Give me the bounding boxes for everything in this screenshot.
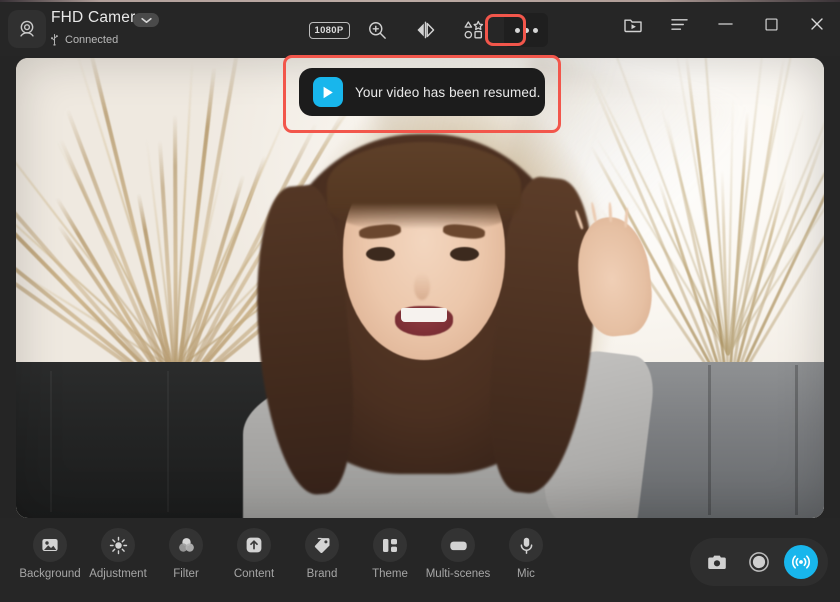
image-glyph (42, 539, 58, 551)
tag-glyph (314, 537, 330, 553)
device-dropdown-button[interactable] (133, 13, 159, 27)
zoom-button[interactable] (360, 13, 394, 47)
chevron-down-icon (140, 17, 152, 23)
resolution-button[interactable]: 1080P (308, 13, 350, 47)
maximize-icon (764, 17, 778, 31)
tool-label: Adjustment (89, 568, 147, 580)
mic-glyph (520, 537, 532, 554)
tool-filter[interactable]: Filter (152, 528, 220, 580)
title-bar: FHD Camera Connected 1080P (0, 2, 840, 56)
zoom-in-icon (368, 21, 386, 39)
camera-icon (708, 555, 726, 569)
upload-glyph (246, 537, 262, 553)
tool-label: Background (19, 568, 81, 580)
tool-label: Multi-scenes (425, 568, 491, 580)
tool-label: Filter (173, 568, 199, 580)
layout-glyph (383, 538, 397, 552)
person-subject (243, 122, 658, 518)
upload-arrow-icon (237, 528, 271, 562)
webcam-icon (20, 20, 34, 37)
minimize-button[interactable] (712, 11, 738, 37)
device-name: FHD Camera (51, 9, 145, 26)
play-video-icon (313, 77, 343, 107)
effects-tools-row: Background Adjustment Filter Content Bra… (16, 528, 560, 580)
hair-front (327, 142, 521, 230)
close-button[interactable] (804, 11, 830, 37)
menu-button[interactable] (666, 11, 692, 37)
more-button[interactable] (504, 13, 548, 47)
maximize-button[interactable] (758, 11, 784, 37)
record-circle-icon (749, 552, 769, 572)
snapshot-button[interactable] (700, 545, 734, 579)
window-controls (620, 11, 830, 37)
scene-card-icon (441, 528, 475, 562)
scene-glyph (449, 541, 467, 550)
tool-theme[interactable]: Theme (356, 528, 424, 580)
image-icon (33, 528, 67, 562)
tag-icon (305, 528, 339, 562)
open-folder-button[interactable] (620, 11, 646, 37)
tool-label: Brand (306, 568, 338, 580)
device-avatar (8, 10, 46, 48)
connection-status: Connected (49, 33, 118, 46)
hamburger-menu-icon (670, 18, 688, 30)
app-window: FHD Camera Connected 1080P Your video ha… (0, 0, 840, 602)
play-triangle-icon (323, 86, 333, 98)
resolution-label: 1080P (308, 21, 350, 39)
tool-label: Mic (517, 568, 535, 580)
usb-icon (51, 33, 58, 46)
tool-adjustment[interactable]: Adjustment (84, 528, 152, 580)
more-dots-icon (514, 27, 538, 33)
circles-glyph (178, 538, 194, 552)
broadcast-icon (792, 555, 810, 569)
tool-label: Theme (372, 568, 408, 580)
sun-glyph (109, 536, 127, 554)
connection-status-label: Connected (65, 33, 119, 46)
action-buttons-group (690, 538, 828, 586)
teeth (401, 308, 447, 322)
shapes-stickers-icon (464, 20, 483, 39)
tool-background[interactable]: Background (16, 528, 84, 580)
folder-video-icon (624, 19, 642, 32)
center-toolbar: 1080P (308, 10, 548, 50)
video-preview[interactable] (16, 58, 824, 518)
minimize-icon (717, 23, 733, 25)
layout-blocks-icon (373, 528, 407, 562)
preview-scene (16, 58, 824, 518)
tool-label: Content (233, 568, 275, 580)
color-circles-icon (169, 528, 203, 562)
microphone-icon (509, 528, 543, 562)
mirror-flip-icon (416, 21, 434, 39)
tool-brand[interactable]: Brand (288, 528, 356, 580)
record-button[interactable] (742, 545, 776, 579)
live-stream-button[interactable] (784, 545, 818, 579)
brightness-sun-icon (101, 528, 135, 562)
mirror-button[interactable] (408, 13, 442, 47)
tool-content[interactable]: Content (220, 528, 288, 580)
close-icon (811, 18, 823, 30)
dried-stems-right (588, 58, 824, 400)
bottom-toolbar: Background Adjustment Filter Content Bra… (0, 518, 840, 602)
effects-button[interactable] (456, 13, 490, 47)
tool-mic[interactable]: Mic (492, 528, 560, 580)
tool-multi-scenes[interactable]: Multi-scenes (424, 528, 492, 580)
toast-notification: Your video has been resumed. (299, 68, 545, 116)
toast-message: Your video has been resumed. (355, 84, 541, 100)
